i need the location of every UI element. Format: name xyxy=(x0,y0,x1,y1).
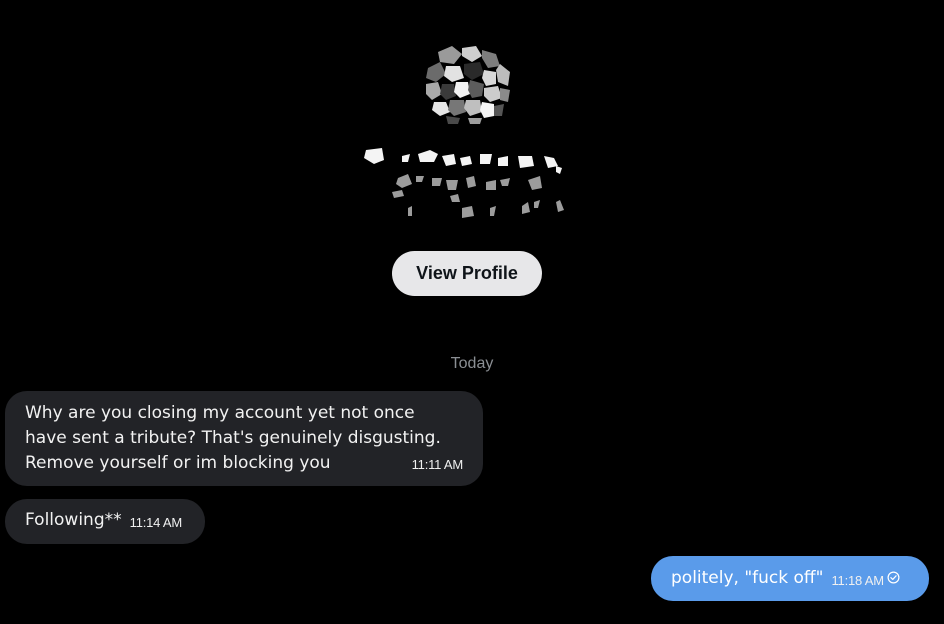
message-timestamp: 11:18 AM xyxy=(831,573,884,588)
message-bubble-incoming[interactable]: Following** 11:14 AM xyxy=(5,499,205,544)
sent-check-icon xyxy=(887,571,900,583)
message-text: politely, "fuck off" xyxy=(671,568,824,588)
message-text: Following** xyxy=(25,510,122,530)
date-separator: Today xyxy=(450,355,494,372)
redacted-username xyxy=(364,148,564,218)
view-profile-button[interactable]: View Profile xyxy=(392,251,542,296)
message-timestamp: 11:14 AM xyxy=(129,515,183,530)
message-bubble-outgoing[interactable]: politely, "fuck off" 11:18 AM xyxy=(651,556,929,601)
message-timestamp: 11:11 AM xyxy=(411,457,464,472)
message-bubble-incoming[interactable]: Why are you closing my account yet not o… xyxy=(5,391,483,486)
message-text: Why are you closing my account yet not o… xyxy=(25,403,441,473)
avatar[interactable] xyxy=(424,44,512,126)
